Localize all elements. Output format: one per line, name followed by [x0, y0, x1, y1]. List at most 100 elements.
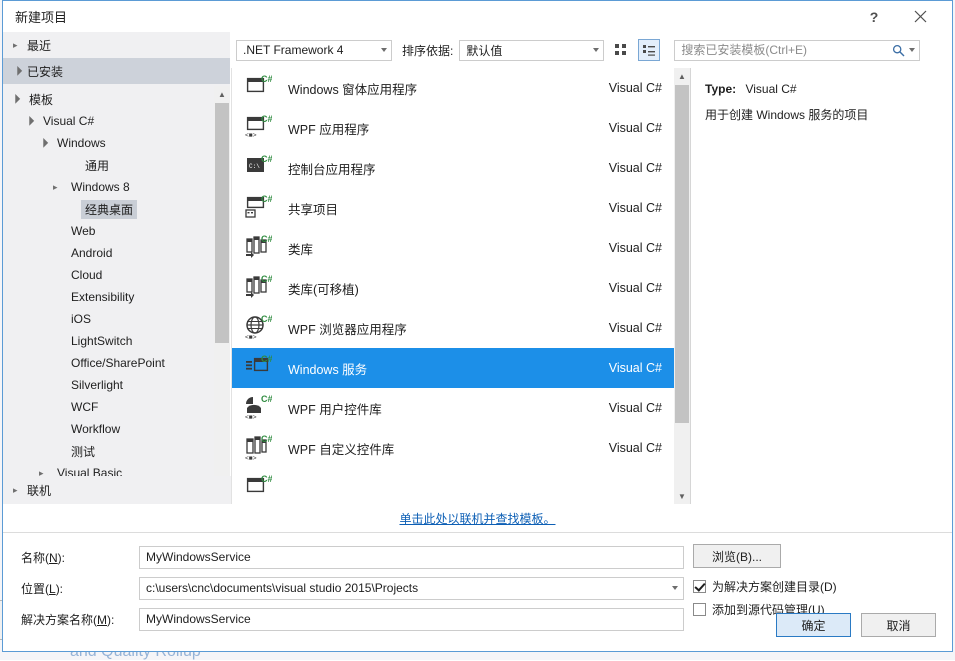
location-input[interactable]: c:\users\cnc\documents\visual studio 201…: [139, 577, 684, 600]
template-row[interactable]: C#Windows 服务Visual C#: [232, 348, 674, 388]
scroll-down-icon[interactable]: ▼: [674, 488, 690, 504]
tree-item-5[interactable]: 经典桌面: [3, 198, 230, 220]
sidebar-item-online-label: 联机: [27, 482, 51, 499]
sort-dropdown[interactable]: 默认值: [459, 40, 604, 61]
template-row[interactable]: C:\C#控制台应用程序Visual C#: [232, 148, 674, 188]
search-input[interactable]: [675, 42, 887, 58]
browse-button[interactable]: 浏览(B)...: [693, 544, 781, 568]
view-tiles-button[interactable]: [610, 39, 632, 61]
svg-text:C#: C#: [261, 394, 272, 404]
template-row[interactable]: <■>C#WPF 用户控件库Visual C#: [232, 388, 674, 428]
scroll-up-icon[interactable]: ▲: [674, 68, 690, 84]
tree-item-label: WCF: [67, 399, 102, 415]
framework-dropdown[interactable]: .NET Framework 4: [236, 40, 392, 61]
cancel-button[interactable]: 取消: [861, 613, 936, 637]
create-directory-checkbox[interactable]: 为解决方案创建目录(D): [693, 578, 837, 595]
shared-project-icon: C#: [244, 194, 272, 222]
svg-text:<■>: <■>: [245, 132, 257, 139]
chevron-down-icon[interactable]: [39, 138, 53, 149]
tree-scrollbar[interactable]: ▲ ▼: [214, 86, 230, 504]
solution-name-input[interactable]: MyWindowsService: [139, 608, 684, 631]
sidebar-item-online[interactable]: 联机: [3, 476, 231, 504]
chevron-down-icon[interactable]: [11, 94, 25, 105]
project-name-input[interactable]: MyWindowsService: [139, 546, 684, 569]
sidebar-item-installed[interactable]: 已安装: [3, 58, 230, 84]
tree-item-label: Silverlight: [67, 377, 127, 393]
location-label-post: ):: [56, 582, 63, 596]
tree-item-2[interactable]: Windows: [3, 132, 230, 154]
tree-item-12[interactable]: Office/SharePoint: [3, 352, 230, 374]
grid-icon: [614, 43, 628, 57]
template-toolbar: .NET Framework 4 排序依据: 默认值: [231, 32, 952, 68]
template-row-partial[interactable]: C#: [232, 468, 674, 504]
template-language: Visual C#: [609, 161, 662, 175]
sidebar-item-recent[interactable]: 最近: [3, 32, 230, 58]
ok-button[interactable]: 确定: [776, 613, 851, 637]
tree-item-9[interactable]: Extensibility: [3, 286, 230, 308]
tree-item-13[interactable]: Silverlight: [3, 374, 230, 396]
list-icon: [642, 43, 656, 57]
chevron-down-icon: [13, 66, 27, 77]
template-language: Visual C#: [609, 241, 662, 255]
search-box[interactable]: [674, 40, 920, 61]
windows-service-icon: C#: [244, 354, 272, 382]
tree-item-10[interactable]: iOS: [3, 308, 230, 330]
checkbox-icon: [693, 580, 706, 593]
svg-text:C#: C#: [261, 274, 272, 284]
template-row[interactable]: <■>C#WPF 自定义控件库Visual C#: [232, 428, 674, 468]
template-name: 控制台应用程序: [288, 159, 609, 178]
tree-item-6[interactable]: Web: [3, 220, 230, 242]
wpf-customcontrol-icon: <■>C#: [244, 434, 272, 462]
solution-label-pre: 解决方案名称(: [21, 613, 97, 627]
close-icon[interactable]: [900, 1, 940, 32]
svg-text:C#: C#: [261, 154, 272, 164]
template-row[interactable]: <■>C#WPF 应用程序Visual C#: [232, 108, 674, 148]
svg-text:<■>: <■>: [245, 334, 257, 341]
chevron-down-icon[interactable]: [909, 48, 915, 52]
detail-type-line: Type: Visual C#: [705, 82, 938, 96]
new-project-dialog: 新建项目 ? 最近 已安装 模板Visual C#Win: [2, 0, 953, 652]
view-list-button[interactable]: [638, 39, 660, 61]
name-label-pre: 名称(: [21, 551, 49, 565]
template-name: WPF 应用程序: [288, 119, 609, 138]
template-list-pane: C#Windows 窗体应用程序Visual C#<■>C#WPF 应用程序Vi…: [231, 32, 690, 504]
detail-content: Type: Visual C# 用于创建 Windows 服务的项目: [691, 68, 952, 124]
detail-type-label: Type:: [705, 82, 736, 96]
template-row[interactable]: C#类库(可移植)Visual C#: [232, 268, 674, 308]
template-language: Visual C#: [609, 441, 662, 455]
search-icon: [887, 44, 909, 57]
template-row[interactable]: C#Windows 窗体应用程序Visual C#: [232, 68, 674, 108]
tree-item-15[interactable]: Workflow: [3, 418, 230, 440]
tree-item-label: 经典桌面: [81, 200, 137, 219]
tree-item-16[interactable]: 测试: [3, 440, 230, 462]
find-templates-online-link[interactable]: 单击此处以联机并查找模板。: [399, 510, 555, 527]
chevron-down-icon[interactable]: [672, 586, 678, 590]
template-name: WPF 浏览器应用程序: [288, 319, 609, 338]
detail-description: 用于创建 Windows 服务的项目: [705, 106, 938, 124]
location-label-key: L: [49, 582, 56, 596]
tree-item-4[interactable]: Windows 8: [3, 176, 230, 198]
tree-item-0[interactable]: 模板: [3, 88, 230, 110]
help-icon[interactable]: ?: [854, 1, 894, 32]
template-language: Visual C#: [609, 121, 662, 135]
tree-item-11[interactable]: LightSwitch: [3, 330, 230, 352]
template-list-scrollbar[interactable]: ▲ ▼: [674, 68, 690, 504]
template-row[interactable]: C#共享项目Visual C#: [232, 188, 674, 228]
tree-item-7[interactable]: Android: [3, 242, 230, 264]
template-scrollbar-thumb[interactable]: [675, 85, 689, 423]
tree-item-1[interactable]: Visual C#: [3, 110, 230, 132]
online-link-row: 单击此处以联机并查找模板。: [3, 504, 952, 532]
chevron-right-icon[interactable]: [53, 182, 67, 193]
name-label: 名称(N):: [21, 549, 139, 566]
template-row[interactable]: <■>C#WPF 浏览器应用程序Visual C#: [232, 308, 674, 348]
tree-item-3[interactable]: 通用: [3, 154, 230, 176]
portable-library-icon: C#: [244, 274, 272, 302]
template-row[interactable]: C#类库Visual C#: [232, 228, 674, 268]
svg-text:C#: C#: [261, 474, 272, 484]
svg-text:<■>: <■>: [245, 414, 257, 421]
tree-item-14[interactable]: WCF: [3, 396, 230, 418]
chevron-down-icon[interactable]: [25, 116, 39, 127]
scroll-up-icon[interactable]: ▲: [214, 86, 230, 102]
tree-scrollbar-thumb[interactable]: [215, 103, 229, 343]
tree-item-8[interactable]: Cloud: [3, 264, 230, 286]
